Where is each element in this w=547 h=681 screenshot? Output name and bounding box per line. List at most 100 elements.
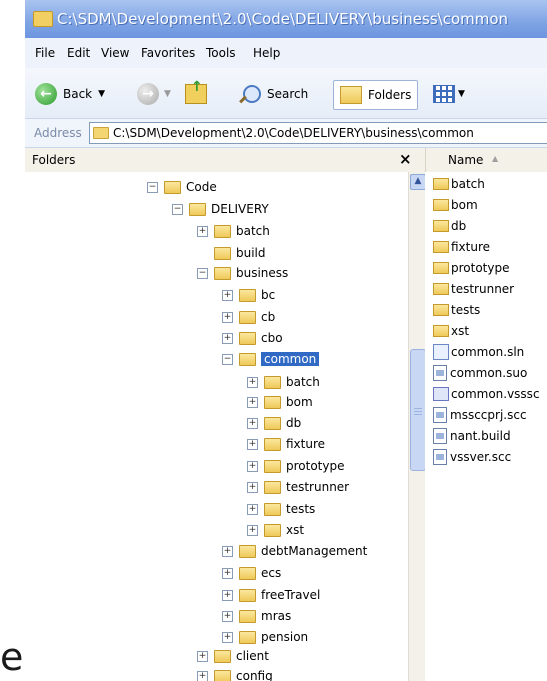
list-item[interactable]: nant.build — [433, 427, 511, 445]
tree-item[interactable]: + pension — [222, 627, 308, 647]
views-button[interactable]: ▼ — [433, 81, 465, 107]
tree-item[interactable]: + bom — [247, 392, 313, 412]
tree-item[interactable]: + freeTravel — [222, 585, 320, 605]
list-item[interactable]: db — [433, 217, 466, 235]
tree-scrollbar[interactable]: ▲ — [408, 172, 426, 681]
tree-item[interactable]: − DELIVERY — [172, 199, 269, 219]
tree-item[interactable]: + mras — [222, 606, 291, 626]
expand-plus-icon[interactable]: + — [222, 545, 233, 557]
expand-plus-icon[interactable]: + — [197, 650, 208, 662]
back-arrow-icon: ← — [35, 83, 57, 105]
collapse-minus-icon[interactable]: − — [172, 203, 183, 215]
list-item[interactable]: mssccprj.scc — [433, 406, 527, 424]
tree-item[interactable]: + testrunner — [247, 477, 349, 497]
list-item[interactable]: bom — [433, 196, 478, 214]
tree-item[interactable]: − common — [222, 349, 320, 369]
tree-item[interactable]: + client — [197, 646, 269, 666]
expand-plus-icon[interactable]: + — [197, 670, 208, 681]
folder-icon — [239, 331, 256, 345]
tree-item[interactable]: + db — [247, 413, 301, 433]
menu-edit[interactable]: Edit — [67, 46, 90, 60]
expand-plus-icon[interactable]: + — [247, 481, 258, 493]
magnifier-icon — [239, 85, 261, 104]
list-item[interactable]: xst — [433, 322, 469, 340]
tree-item[interactable]: + batch — [247, 372, 320, 392]
collapse-minus-icon[interactable]: − — [197, 267, 208, 279]
address-input[interactable]: C:\SDM\Development\2.0\Code\DELIVERY\bus… — [89, 122, 547, 144]
toolbar: ← Back ▼ → ▼ ↑ Search Folders ▼ — [25, 68, 547, 119]
tree-item[interactable]: − business — [197, 263, 288, 283]
tree-item[interactable]: + cbo — [222, 328, 283, 348]
expand-plus-icon[interactable]: + — [222, 589, 233, 601]
list-item[interactable]: batch — [433, 175, 485, 193]
back-button[interactable]: ← Back ▼ — [35, 81, 105, 107]
scroll-up-arrow-icon[interactable]: ▲ — [410, 174, 426, 190]
tree-item[interactable]: + prototype — [247, 456, 344, 476]
folders-button[interactable]: Folders — [333, 80, 419, 110]
folder-icon — [433, 178, 449, 190]
title-bar[interactable]: C:\SDM\Development\2.0\Code\DELIVERY\bus… — [25, 0, 547, 38]
tree-item-label: pension — [261, 630, 309, 644]
expand-plus-icon[interactable]: + — [247, 417, 258, 429]
close-icon[interactable]: × — [399, 150, 412, 168]
expand-plus-icon[interactable]: + — [222, 311, 233, 323]
back-label: Back — [63, 87, 93, 101]
list-item-label: testrunner — [451, 282, 515, 296]
address-value: C:\SDM\Development\2.0\Code\DELIVERY\bus… — [113, 126, 474, 140]
tree-item[interactable]: + fixture — [247, 434, 325, 454]
tree-item[interactable]: + batch — [197, 221, 270, 241]
tree-item-label: debtManagement — [261, 544, 368, 558]
list-item[interactable]: common.sln — [433, 343, 524, 361]
search-button[interactable]: Search — [239, 81, 308, 107]
expand-plus-icon[interactable]: + — [247, 503, 258, 515]
tree-item[interactable]: + config — [197, 666, 273, 681]
file-list: batch bom db fixture prototype testrunner test… — [425, 172, 547, 681]
expand-plus-icon[interactable]: + — [247, 524, 258, 536]
expand-plus-icon[interactable]: + — [247, 396, 258, 408]
expand-plus-icon[interactable]: + — [222, 610, 233, 622]
up-folder-button[interactable]: ↑ — [185, 79, 207, 107]
expand-plus-icon[interactable]: + — [222, 289, 233, 301]
list-item[interactable]: vssver.scc — [433, 448, 511, 466]
list-item[interactable]: common.suo — [433, 364, 527, 382]
menu-tools[interactable]: Tools — [206, 46, 236, 60]
list-item[interactable]: tests — [433, 301, 480, 319]
folder-icon — [214, 649, 231, 663]
folder-icon — [189, 202, 206, 216]
tree-item[interactable]: + bc — [222, 285, 275, 305]
forward-button[interactable]: → ▼ — [137, 81, 171, 107]
expand-plus-icon[interactable]: + — [197, 225, 208, 237]
overlay-letter: e — [0, 635, 24, 679]
folder-icon — [264, 502, 281, 516]
menu-file[interactable]: File — [35, 46, 55, 60]
name-column-header[interactable]: Name ▲ — [425, 148, 547, 173]
tree-item[interactable]: + tests — [247, 499, 315, 519]
list-item-label: fixture — [451, 240, 491, 254]
collapse-minus-icon[interactable]: − — [147, 181, 158, 193]
list-item[interactable]: fixture — [433, 238, 490, 256]
tree-item[interactable]: + xst — [247, 520, 304, 540]
menu-favorites[interactable]: Favorites — [141, 46, 195, 60]
expand-plus-icon[interactable]: + — [222, 567, 233, 579]
expand-plus-icon[interactable]: + — [247, 460, 258, 472]
tree-item[interactable]: + ecs — [222, 563, 281, 583]
folder-icon — [264, 437, 281, 451]
file-icon — [433, 407, 447, 423]
expand-plus-icon[interactable]: + — [222, 631, 233, 643]
list-item[interactable]: common.vsssc — [433, 385, 540, 403]
list-item[interactable]: prototype — [433, 259, 509, 277]
tree-item[interactable]: − Code — [147, 177, 217, 197]
tree-item[interactable]: build — [197, 243, 266, 263]
collapse-minus-icon[interactable]: − — [222, 353, 233, 365]
expand-plus-icon[interactable]: + — [247, 438, 258, 450]
menu-view[interactable]: View — [101, 46, 129, 60]
tree-item[interactable]: + cb — [222, 307, 275, 327]
menu-help[interactable]: Help — [253, 46, 280, 60]
tree-item[interactable]: + debtManagement — [222, 541, 367, 561]
dropdown-arrow-icon: ▼ — [98, 89, 106, 99]
scroll-thumb[interactable] — [410, 349, 426, 471]
tree-item-label: DELIVERY — [211, 202, 269, 216]
list-item[interactable]: testrunner — [433, 280, 514, 298]
expand-plus-icon[interactable]: + — [247, 376, 258, 388]
expand-plus-icon[interactable]: + — [222, 332, 233, 344]
